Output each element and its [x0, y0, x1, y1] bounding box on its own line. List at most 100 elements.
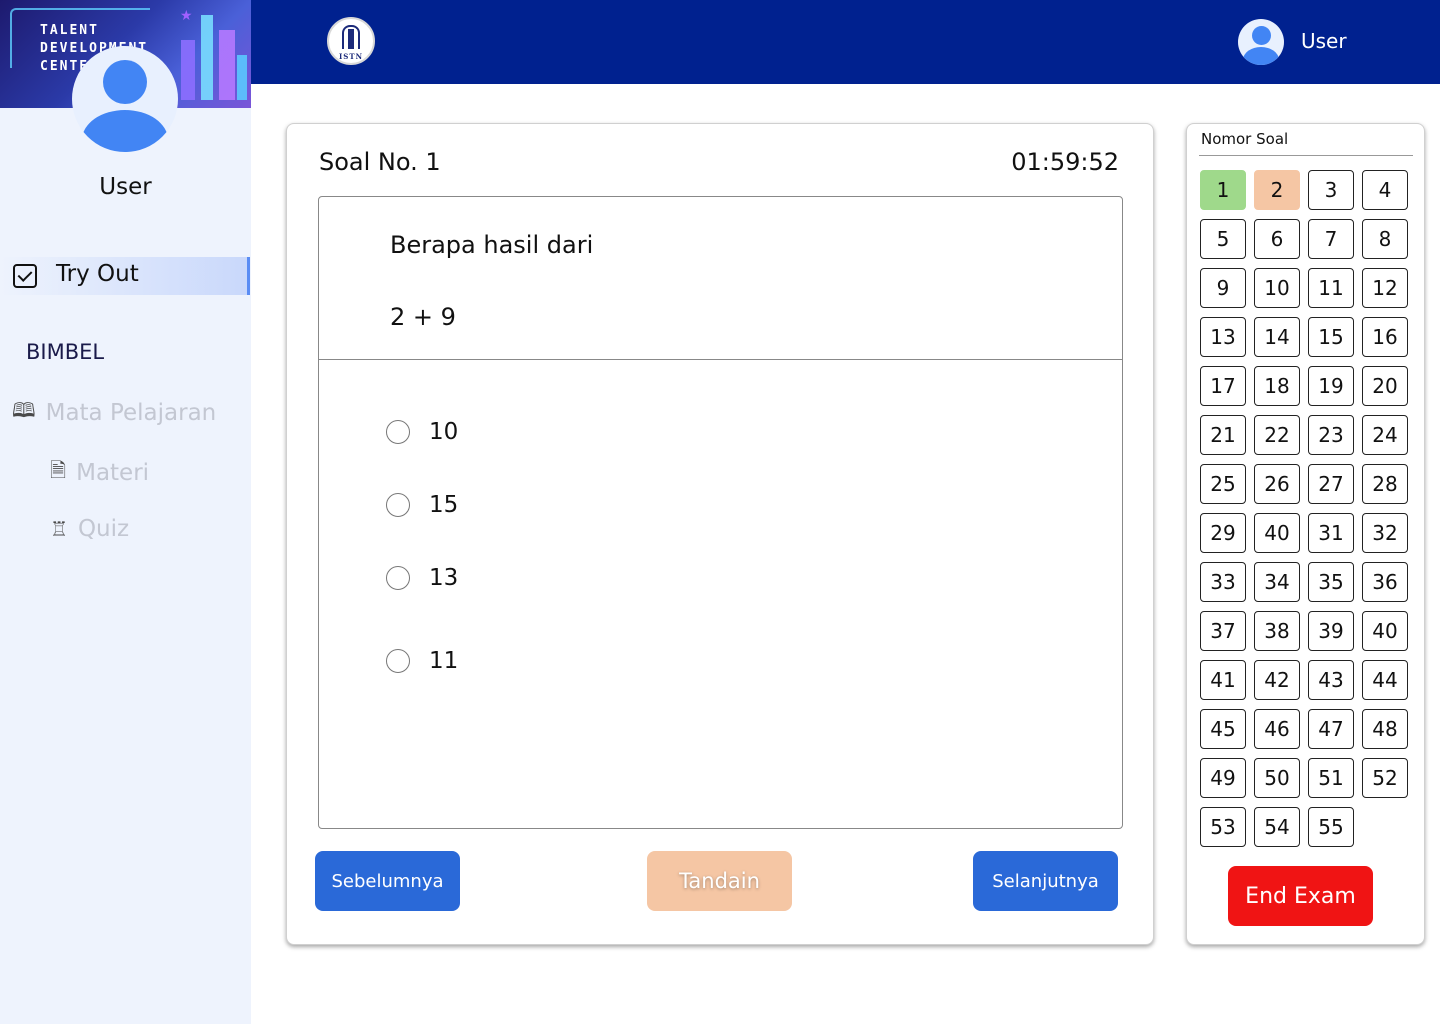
- previous-button[interactable]: Sebelumnya: [315, 851, 460, 911]
- question-number-button[interactable]: 55: [1308, 807, 1354, 847]
- answer-option[interactable]: 11: [386, 648, 458, 674]
- radio-button[interactable]: [386, 566, 410, 590]
- answer-option-label: 13: [429, 565, 459, 591]
- question-number-grid: 1 2 3 4 5 6 7 8 9 10 11 12 13 14 15 16 17 18 19 20 21 22 23 24 2…: [1200, 170, 1416, 847]
- answer-option-label: 10: [429, 419, 459, 445]
- question-number-button[interactable]: 4: [1362, 170, 1408, 210]
- question-number-button[interactable]: 16: [1362, 317, 1408, 357]
- question-number-button[interactable]: 29: [1200, 513, 1246, 553]
- question-number-button[interactable]: 9: [1200, 268, 1246, 308]
- question-number-button[interactable]: 47: [1308, 709, 1354, 749]
- question-number-button[interactable]: 35: [1308, 562, 1354, 602]
- sidebar-item-label: Try Out: [56, 261, 139, 287]
- document-icon: 🗎: [50, 458, 67, 482]
- radio-button[interactable]: [386, 420, 410, 444]
- question-number-button[interactable]: 43: [1308, 660, 1354, 700]
- question-number-button[interactable]: 50: [1254, 758, 1300, 798]
- quiz-icon: ♖: [50, 517, 68, 541]
- mark-question-button[interactable]: Tandain: [647, 851, 792, 911]
- question-number-button[interactable]: 13: [1200, 317, 1246, 357]
- question-number-button[interactable]: 25: [1200, 464, 1246, 504]
- question-number-button[interactable]: 2: [1254, 170, 1300, 210]
- logo-text: ISTN: [339, 52, 363, 61]
- question-number-button[interactable]: 33: [1200, 562, 1246, 602]
- question-number-button[interactable]: 44: [1362, 660, 1408, 700]
- question-number-button[interactable]: 48: [1362, 709, 1408, 749]
- exam-timer: 01:59:52: [1011, 148, 1119, 176]
- question-number-button[interactable]: 54: [1254, 807, 1300, 847]
- question-number-button[interactable]: 12: [1362, 268, 1408, 308]
- question-number-button[interactable]: 32: [1362, 513, 1408, 553]
- question-number-button[interactable]: 42: [1254, 660, 1300, 700]
- question-number-button[interactable]: 24: [1362, 415, 1408, 455]
- top-bar: ISTN User: [251, 0, 1440, 84]
- sidebar-item-mata-pelajaran[interactable]: 🕮 Mata Pelajaran: [12, 396, 216, 430]
- next-button[interactable]: Selanjutnya: [973, 851, 1118, 911]
- question-number-button[interactable]: 36: [1362, 562, 1408, 602]
- question-number-button[interactable]: 10: [1254, 268, 1300, 308]
- question-number-button[interactable]: 53: [1200, 807, 1246, 847]
- question-number-button[interactable]: 22: [1254, 415, 1300, 455]
- divider: [1199, 155, 1413, 156]
- header-user-name[interactable]: User: [1301, 29, 1347, 53]
- question-number-button[interactable]: 52: [1362, 758, 1408, 798]
- question-number-button[interactable]: 19: [1308, 366, 1354, 406]
- question-number-button[interactable]: 5: [1200, 219, 1246, 259]
- sidebar-item-quiz[interactable]: ♖ Quiz: [50, 516, 129, 542]
- question-number-button[interactable]: 40: [1254, 513, 1300, 553]
- question-card: Soal No. 1 01:59:52 Berapa hasil dari 2 …: [286, 123, 1154, 945]
- question-number-button[interactable]: 37: [1200, 611, 1246, 651]
- question-number-button[interactable]: 34: [1254, 562, 1300, 602]
- question-expression: 2 + 9: [390, 303, 456, 331]
- question-number-button[interactable]: 26: [1254, 464, 1300, 504]
- question-number-button[interactable]: 51: [1308, 758, 1354, 798]
- city-illustration: [171, 0, 251, 108]
- sidebar-user-name: User: [99, 174, 152, 200]
- question-number-button[interactable]: 1: [1200, 170, 1246, 210]
- istn-logo[interactable]: ISTN: [327, 17, 375, 65]
- sidebar-item-materi[interactable]: 🗎 Materi: [50, 456, 149, 490]
- question-number-button[interactable]: 40: [1362, 611, 1408, 651]
- question-number-button[interactable]: 11: [1308, 268, 1354, 308]
- answer-option[interactable]: 10: [386, 419, 458, 445]
- question-number-button[interactable]: 28: [1362, 464, 1408, 504]
- question-number-button[interactable]: 15: [1308, 317, 1354, 357]
- question-number-button[interactable]: 8: [1362, 219, 1408, 259]
- question-number-button[interactable]: 27: [1308, 464, 1354, 504]
- question-number-button[interactable]: 39: [1308, 611, 1354, 651]
- user-avatar-icon[interactable]: [1238, 19, 1284, 65]
- question-number-button[interactable]: 38: [1254, 611, 1300, 651]
- question-number-button[interactable]: 14: [1254, 317, 1300, 357]
- section-heading-bimbel: BIMBEL: [26, 340, 105, 364]
- question-number-panel: Nomor Soal 1 2 3 4 5 6 7 8 9 10 11 12 13 14 15 16 17 18 19…: [1186, 123, 1425, 945]
- answer-option[interactable]: 15: [386, 492, 458, 518]
- question-number-button[interactable]: 17: [1200, 366, 1246, 406]
- question-number-button[interactable]: 6: [1254, 219, 1300, 259]
- question-number-button[interactable]: 31: [1308, 513, 1354, 553]
- question-number-button[interactable]: 21: [1200, 415, 1246, 455]
- radio-button[interactable]: [386, 493, 410, 517]
- question-number-button[interactable]: 46: [1254, 709, 1300, 749]
- panel-title: Nomor Soal: [1201, 130, 1289, 148]
- end-exam-button[interactable]: End Exam: [1228, 866, 1373, 926]
- sidebar-item-try-out[interactable]: Try Out: [0, 257, 250, 295]
- sidebar-item-label: Quiz: [77, 516, 130, 542]
- question-number-button[interactable]: 18: [1254, 366, 1300, 406]
- sidebar: ★ TALENT DEVELOPMENT CENTER User Try Out…: [0, 0, 251, 1024]
- question-number-button[interactable]: 41: [1200, 660, 1246, 700]
- book-icon: 🕮: [12, 398, 36, 422]
- checkbox-icon: [13, 264, 37, 288]
- question-number-button[interactable]: 49: [1200, 758, 1246, 798]
- question-text: Berapa hasil dari: [390, 231, 594, 259]
- divider: [319, 359, 1122, 360]
- radio-button[interactable]: [386, 649, 410, 673]
- question-number-button[interactable]: 20: [1362, 366, 1408, 406]
- question-number-button[interactable]: 7: [1308, 219, 1354, 259]
- answer-option[interactable]: 13: [386, 565, 458, 591]
- question-number-button[interactable]: 23: [1308, 415, 1354, 455]
- user-avatar-icon: [72, 46, 178, 152]
- question-number-title: Soal No. 1: [319, 148, 441, 176]
- question-number-button[interactable]: 45: [1200, 709, 1246, 749]
- answer-option-label: 15: [429, 492, 459, 518]
- question-number-button[interactable]: 3: [1308, 170, 1354, 210]
